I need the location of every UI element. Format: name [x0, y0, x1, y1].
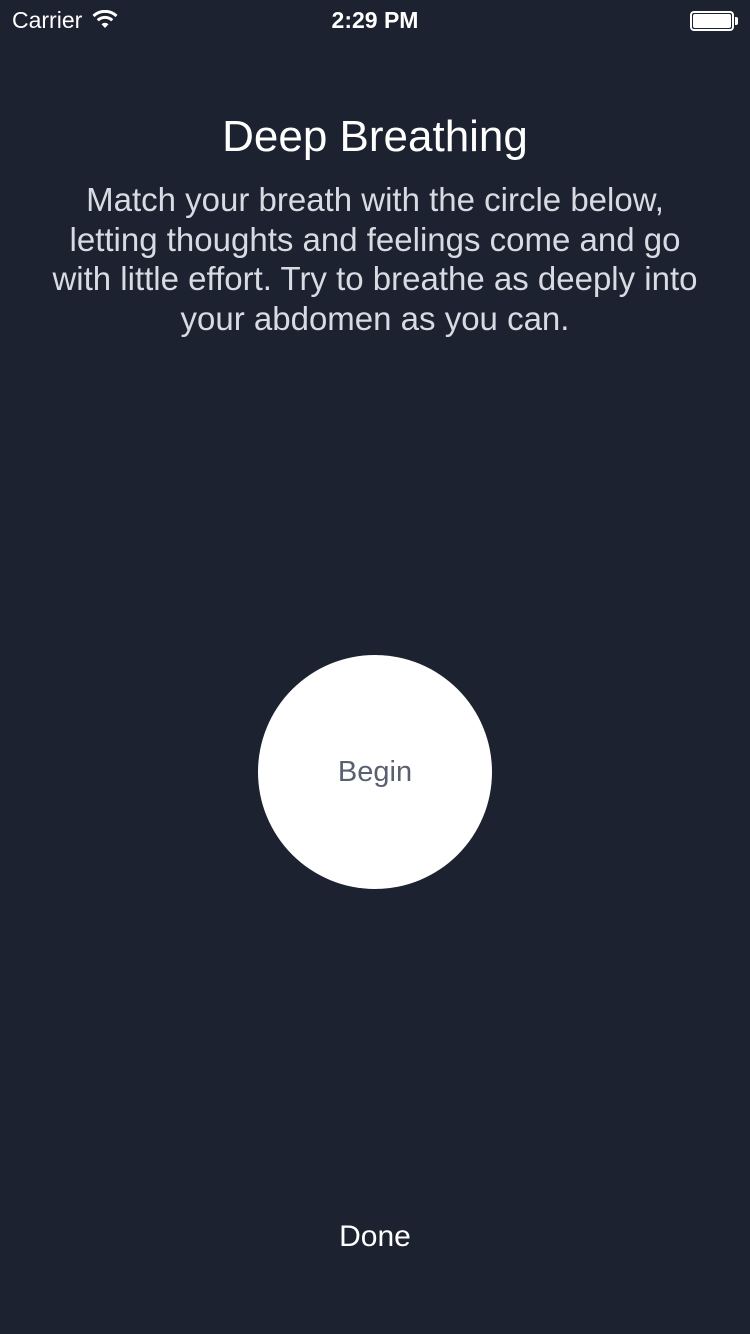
breathing-circle-button[interactable]: Begin	[258, 655, 492, 889]
battery-icon	[690, 11, 740, 31]
page-title: Deep Breathing	[222, 112, 528, 161]
instructions-text: Match your breath with the circle below,…	[52, 181, 698, 337]
battery-fill	[693, 14, 731, 28]
status-time: 2:29 PM	[331, 7, 419, 33]
done-button[interactable]: Done	[300, 1215, 450, 1259]
begin-label: Begin	[337, 755, 413, 788]
status-bar: Carrier 2:29 PM	[0, 0, 750, 40]
battery-tip	[735, 17, 738, 25]
